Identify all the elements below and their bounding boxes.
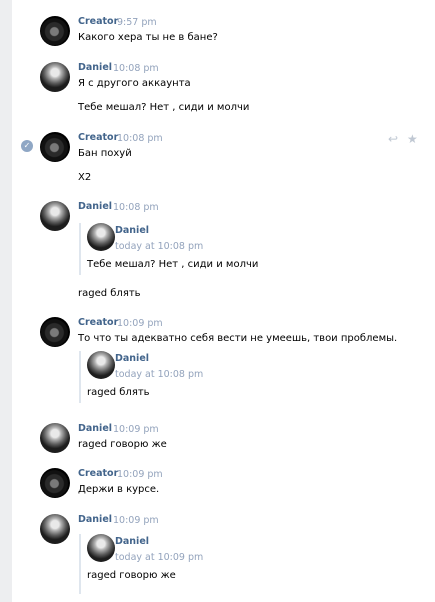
author-name[interactable]: Creator <box>78 317 118 328</box>
author-name[interactable]: Creator <box>78 132 118 143</box>
author-name[interactable]: Daniel <box>78 201 112 212</box>
quote-author[interactable]: Daniel <box>115 536 149 547</box>
avatar[interactable] <box>87 351 115 379</box>
message-text: raged говорю же <box>78 439 167 450</box>
quote-text: Тебе мешал? Нет , сиди и молчи <box>87 259 259 270</box>
avatar[interactable] <box>40 423 70 453</box>
message-text: raged блять <box>78 288 141 299</box>
author-name[interactable]: Daniel <box>78 514 112 525</box>
forwarded-message[interactable]: Daniel today at 10:08 pm Тебе мешал? Нет… <box>79 223 381 275</box>
message-time[interactable]: 9:57 pm <box>117 17 157 28</box>
message-time[interactable]: 10:09 pm <box>113 424 159 435</box>
message-text: То что ты адекватно себя вести не умеешь… <box>78 333 398 344</box>
check-icon[interactable]: ✓ <box>21 140 33 152</box>
star-icon[interactable]: ★ <box>407 132 418 146</box>
message-text: X2 <box>78 172 92 183</box>
avatar[interactable] <box>40 514 70 544</box>
avatar[interactable] <box>40 317 70 347</box>
message-text: Какого хера ты не в бане? <box>78 32 218 43</box>
message-time[interactable]: 10:09 pm <box>117 318 163 329</box>
avatar[interactable] <box>40 16 70 46</box>
forwarded-message[interactable]: Daniel today at 10:09 pm raged говорю же <box>79 534 381 594</box>
message-time[interactable]: 10:09 pm <box>117 469 163 480</box>
quote-author[interactable]: Daniel <box>115 353 149 364</box>
message-text: Я с другого аккаунта <box>78 78 191 89</box>
avatar[interactable] <box>40 132 70 162</box>
author-name[interactable]: Daniel <box>78 62 112 73</box>
message-time[interactable]: 10:08 pm <box>117 133 163 144</box>
author-name[interactable]: Creator <box>78 16 118 27</box>
quote-text: raged говорю же <box>87 570 176 581</box>
reply-icon[interactable]: ↩ <box>388 132 398 146</box>
forwarded-message[interactable]: Daniel today at 10:08 pm raged блять <box>79 351 381 403</box>
message-text: Держи в курсе. <box>78 484 160 495</box>
avatar[interactable] <box>87 223 115 251</box>
quote-author[interactable]: Daniel <box>115 225 149 236</box>
avatar[interactable] <box>87 534 115 562</box>
quote-text: raged блять <box>87 387 150 398</box>
message-time[interactable]: 10:09 pm <box>113 515 159 526</box>
avatar[interactable] <box>40 468 70 498</box>
avatar[interactable] <box>40 201 70 231</box>
message-time[interactable]: 10:08 pm <box>113 63 159 74</box>
avatar[interactable] <box>40 62 70 92</box>
author-name[interactable]: Creator <box>78 468 118 479</box>
quote-time[interactable]: today at 10:08 pm <box>115 241 203 252</box>
left-sidebar-strip <box>0 0 12 602</box>
author-name[interactable]: Daniel <box>78 423 112 434</box>
message-text: Тебе мешал? Нет , сиди и молчи <box>78 102 250 113</box>
quote-time[interactable]: today at 10:09 pm <box>115 552 203 563</box>
message-text: Бан похуй <box>78 148 132 159</box>
message-time[interactable]: 10:08 pm <box>113 202 159 213</box>
quote-time[interactable]: today at 10:08 pm <box>115 369 203 380</box>
